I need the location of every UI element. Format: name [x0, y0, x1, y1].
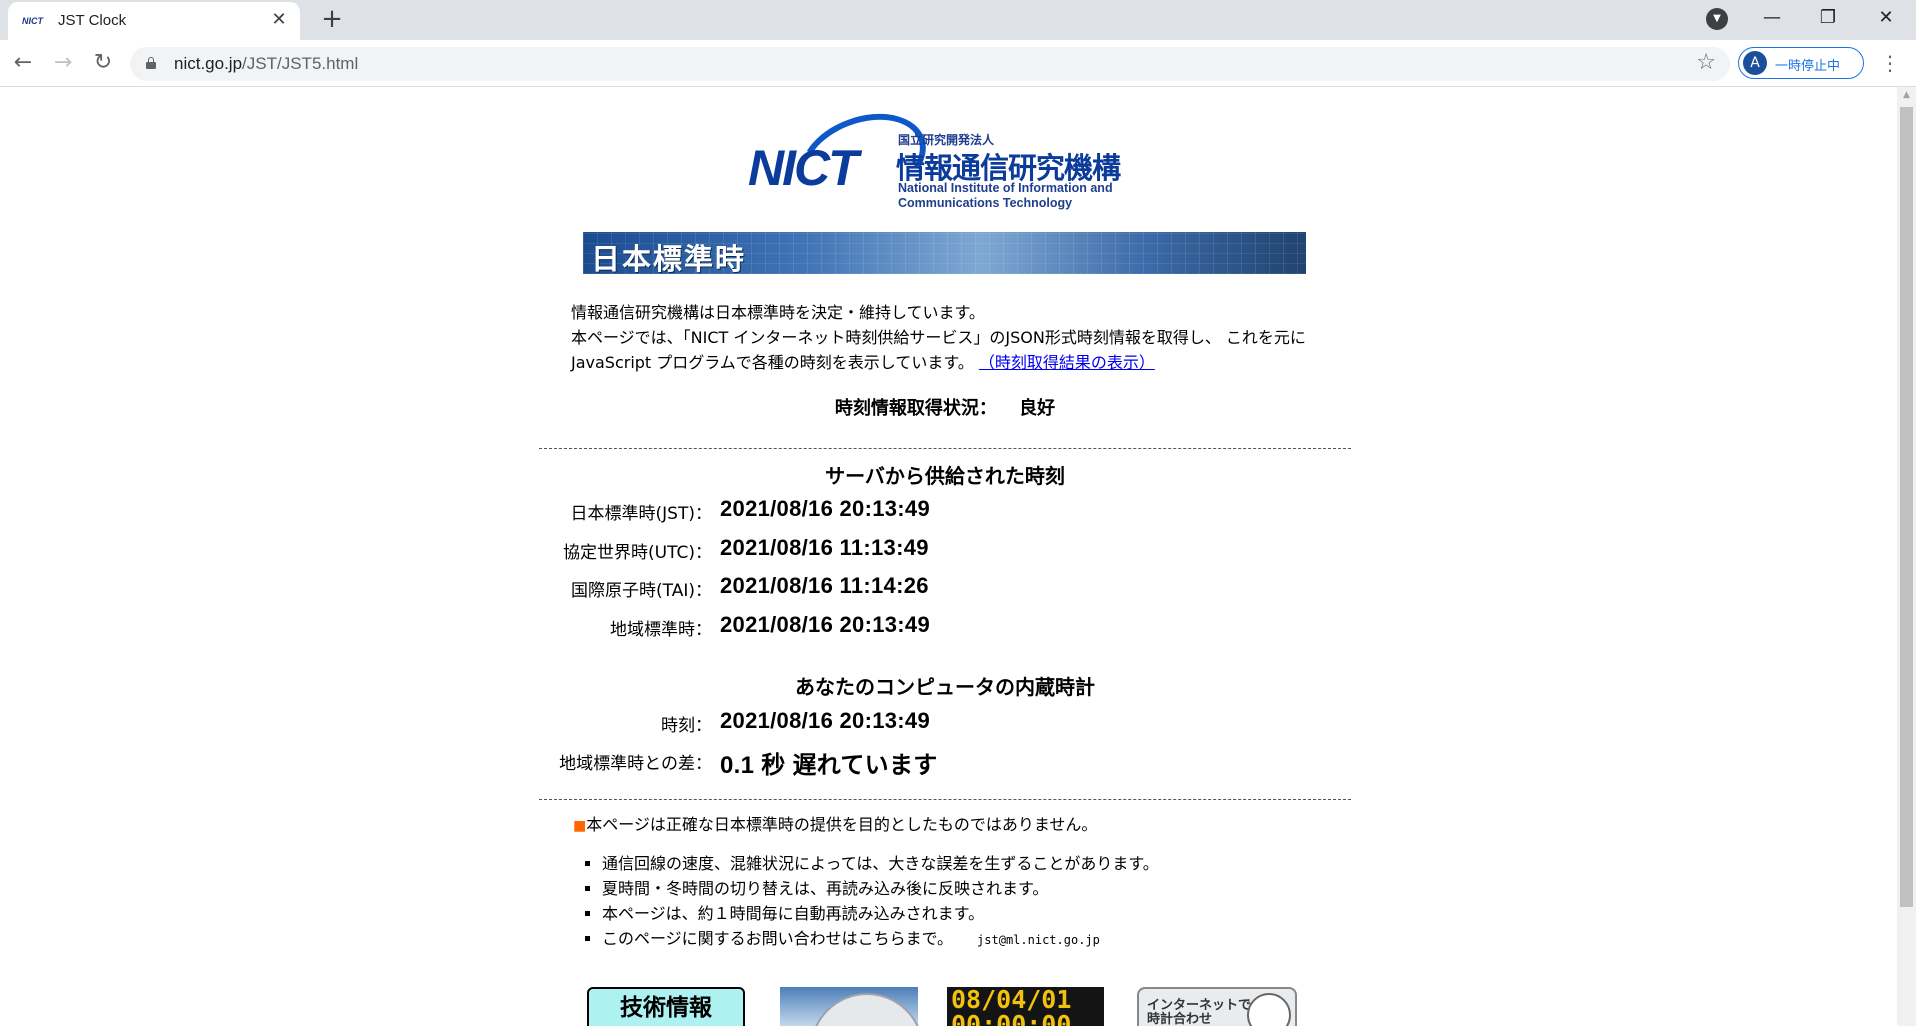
- nict-favicon-icon: NICT: [22, 16, 43, 26]
- minimize-icon[interactable]: —: [1754, 4, 1790, 32]
- fetch-status-value: 良好: [1019, 398, 1056, 419]
- utc-value: 2021/08/16 11:13:49: [720, 535, 929, 560]
- banner-title: 日本標準時: [591, 242, 747, 274]
- pc-time-label: 時刻：: [661, 716, 712, 736]
- disclaimer-text: 本ページは正確な日本標準時の提供を目的としたものではありません。: [586, 815, 1098, 834]
- tab-close-icon[interactable]: ✕: [268, 9, 290, 31]
- tai-label: 国際原子時(TAI)：: [571, 581, 712, 601]
- orange-square-icon: ■: [573, 818, 587, 834]
- contact-email: jst@ml.nict.go.jp: [977, 933, 1100, 947]
- jst-value: 2021/08/16 20:13:49: [720, 496, 930, 521]
- list-item: 本ページは、約１時間毎に自動再読み込みされます。: [602, 901, 1159, 926]
- notes-list: 通信回線の速度、混雑状況によっては、大きな誤差を生ずることがあります。 夏時間・…: [580, 851, 1159, 953]
- tab-title: JST Clock: [58, 12, 127, 29]
- divider-bottom: [539, 799, 1351, 800]
- utc-label: 協定世界時(UTC)：: [563, 543, 712, 563]
- tech-info-button[interactable]: 技術情報: [587, 987, 745, 1026]
- clock-icon: [1247, 993, 1291, 1026]
- scroll-up-icon[interactable]: ▲: [1897, 87, 1916, 104]
- local-time-label: 地域標準時：: [610, 620, 712, 640]
- digital-clock-image-link[interactable]: 08/04/01 00:00:00: [947, 987, 1104, 1026]
- list-item: このページに関するお問い合わせはこちらまで。jst@ml.nict.go.jp: [602, 926, 1159, 953]
- lock-icon: [146, 57, 156, 69]
- divider-top: [539, 448, 1351, 449]
- bookmark-star-icon[interactable]: ☆: [1696, 50, 1716, 75]
- local-time-value: 2021/08/16 20:13:49: [720, 612, 930, 637]
- tab-search-icon[interactable]: ▼: [1706, 8, 1728, 30]
- jst-banner: 日本標準時: [583, 232, 1306, 274]
- jst-label: 日本標準時(JST)：: [570, 504, 712, 524]
- forward-icon[interactable]: →: [48, 48, 78, 78]
- back-icon[interactable]: ←: [8, 48, 38, 78]
- active-tab[interactable]: NICT JST Clock ✕: [8, 2, 300, 40]
- profile-button[interactable]: A 一時停止中: [1738, 47, 1864, 79]
- server-time-title: サーバから供給された時刻: [825, 464, 1065, 488]
- offset-label: 地域標準時との差：: [559, 754, 712, 774]
- fetch-status-label: 時刻情報取得状況：: [834, 398, 997, 419]
- avatar: A: [1743, 51, 1767, 75]
- profile-status-label: 一時停止中: [1775, 59, 1841, 74]
- intro-text: 情報通信研究機構は日本標準時を決定・維持しています。 本ページでは、「NICT …: [571, 300, 1331, 375]
- disclaimer: ■本ページは正確な日本標準時の提供を目的としたものではありません。: [573, 811, 1097, 835]
- fetch-result-link[interactable]: （時刻取得結果の表示）: [979, 353, 1155, 372]
- logo-mark: NICT: [748, 140, 859, 196]
- list-item: 夏時間・冬時間の切り替えは、再読み込み後に反映されます。: [602, 876, 1159, 901]
- scroll-thumb[interactable]: [1900, 107, 1913, 907]
- clock-image-link[interactable]: [780, 987, 924, 1026]
- list-item: 通信回線の速度、混雑状況によっては、大きな誤差を生ずることがあります。: [602, 851, 1159, 876]
- nict-logo: NICT 国立研究開発法人 情報通信研究機構 National Institut…: [748, 97, 1132, 223]
- browser-menu-icon[interactable]: ⋮: [1880, 50, 1900, 76]
- reload-icon[interactable]: ↻: [88, 48, 118, 78]
- browser-toolbar: ← → ↻ nict.go.jp/JST/JST5.html ☆ A 一時停止中…: [0, 40, 1916, 87]
- window-close-icon[interactable]: ✕: [1868, 4, 1904, 32]
- fetch-status: 時刻情報取得状況： 良好: [570, 394, 1320, 420]
- internet-clock-sync-link[interactable]: インターネットで 時計合わせ: [1137, 987, 1297, 1026]
- page-content: NICT 国立研究開発法人 情報通信研究機構 National Institut…: [0, 87, 1897, 1026]
- address-bar[interactable]: nict.go.jp/JST/JST5.html ☆: [130, 47, 1730, 81]
- pc-time-value: 2021/08/16 20:13:49: [720, 708, 930, 733]
- url-text[interactable]: nict.go.jp/JST/JST5.html: [174, 54, 358, 74]
- intro-line-2: 本ページでは、「NICT インターネット時刻供給サービス」のJSON形式時刻情報…: [571, 328, 1306, 372]
- intro-line-1: 情報通信研究機構は日本標準時を決定・維持しています。: [571, 303, 985, 322]
- tab-strip: NICT JST Clock ✕ + ▼ — ❐ ✕: [0, 0, 1916, 40]
- tai-value: 2021/08/16 11:14:26: [720, 573, 929, 598]
- restore-icon[interactable]: ❐: [1810, 4, 1846, 32]
- logo-name-en-2: Communications Technology: [898, 196, 1073, 210]
- offset-value: 0.1 秒 遅れています: [720, 752, 938, 779]
- pc-clock-title: あなたのコンピュータの内蔵時計: [795, 675, 1095, 699]
- new-tab-button[interactable]: +: [318, 6, 346, 34]
- vertical-scrollbar[interactable]: ▲: [1897, 87, 1916, 1026]
- logo-name-en-1: National Institute of Information and: [898, 181, 1113, 195]
